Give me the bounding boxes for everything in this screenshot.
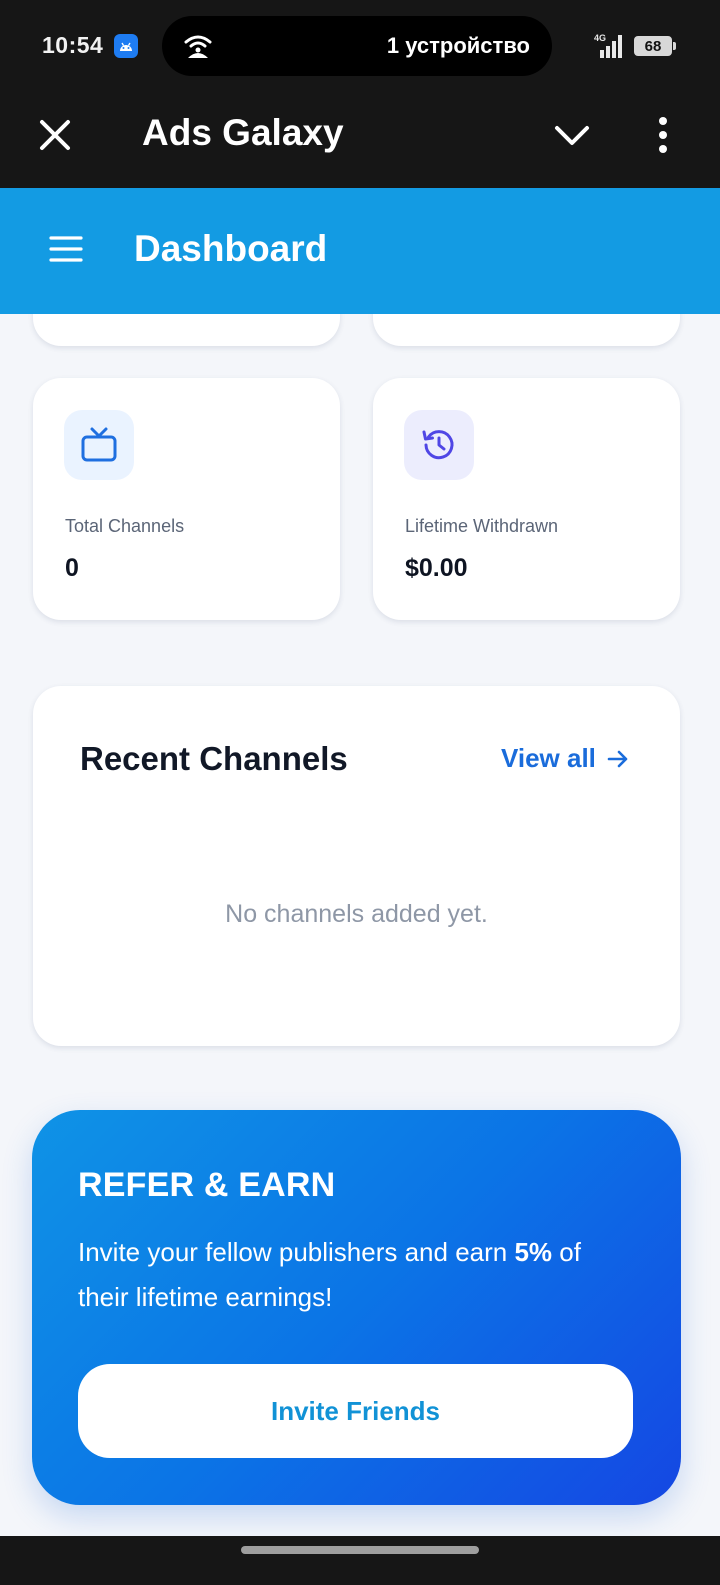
device-count-text: 1 устройство: [386, 33, 530, 58]
dashboard-header: Dashboard: [0, 188, 720, 314]
stat-card-total-channels: Total Channels 0: [33, 378, 340, 620]
more-vertical-icon[interactable]: [648, 114, 678, 156]
refer-earn-card: REFER & EARN Invite your fellow publishe…: [32, 1110, 681, 1505]
status-time: 10:54: [42, 32, 104, 58]
dashboard-content[interactable]: Total Channels 0 Lifetime Withdrawn $0.0…: [0, 314, 720, 1536]
stat-value: 0: [65, 554, 79, 582]
home-indicator[interactable]: [241, 1546, 479, 1554]
recent-channels-title: Recent Channels: [80, 740, 348, 777]
refer-description: Invite your fellow publishers and earn 5…: [78, 1237, 581, 1312]
invite-friends-button[interactable]: Invite Friends: [78, 1364, 633, 1458]
page-title: Dashboard: [134, 228, 328, 269]
history-icon: [404, 410, 474, 480]
chevron-down-icon[interactable]: [551, 116, 593, 154]
svg-text:4G: 4G: [594, 33, 606, 43]
recent-channels-card: Recent Channels View all No channels add…: [33, 686, 680, 1046]
view-all-link[interactable]: View all: [501, 743, 630, 774]
stat-card-partial: [373, 314, 680, 346]
system-nav-bar: [0, 1536, 720, 1585]
signal-4g-icon: 4G: [594, 33, 622, 58]
app-title: Ads Galaxy: [142, 112, 344, 153]
dynamic-island-pill[interactable]: 1 устройство: [162, 16, 552, 76]
stat-card-lifetime-withdrawn: Lifetime Withdrawn $0.00: [373, 378, 680, 620]
browser-app-bar: Ads Galaxy: [0, 92, 720, 188]
stat-card-partial: [33, 314, 340, 346]
android-app-icon: [114, 34, 138, 58]
tv-icon: [64, 410, 134, 480]
stat-value: $0.00: [405, 554, 468, 582]
stat-label: Total Channels: [65, 516, 185, 536]
stat-label: Lifetime Withdrawn: [405, 516, 559, 536]
view-all-label: View all: [501, 743, 596, 773]
arrow-right-icon: [607, 750, 628, 767]
battery-icon: 68: [634, 36, 676, 56]
hamburger-menu-icon[interactable]: [48, 234, 84, 264]
hotspot-icon: [184, 35, 212, 58]
status-bar: 10:54 1 устройство 4G 68: [0, 0, 720, 92]
refer-title: REFER & EARN: [78, 1166, 336, 1204]
empty-state-message: No channels added yet.: [225, 900, 488, 928]
refer-percentage: 5%: [514, 1237, 553, 1267]
close-icon[interactable]: [34, 114, 76, 156]
